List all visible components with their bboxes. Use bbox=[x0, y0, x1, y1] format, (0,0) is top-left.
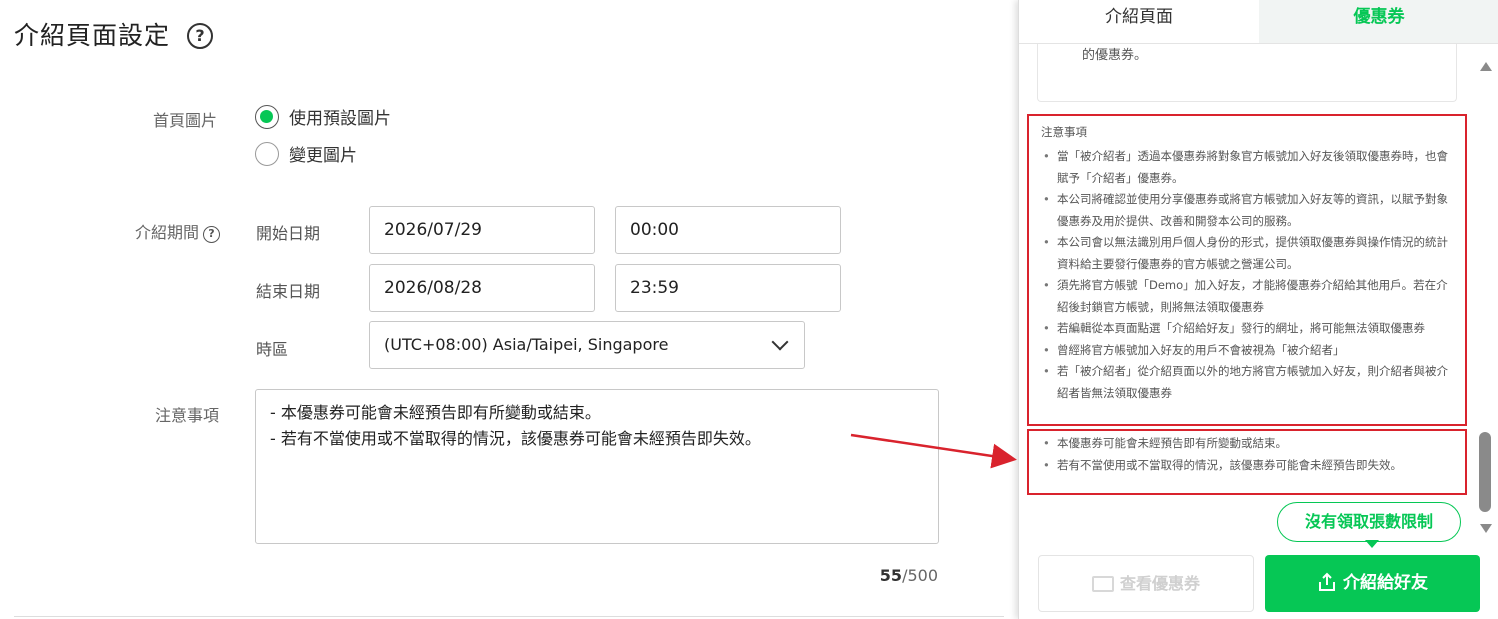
view-coupon-label: 查看優惠券 bbox=[1119, 574, 1200, 593]
coupon-card-text: 的優惠券。 bbox=[1082, 48, 1148, 63]
period-label-text: 介紹期間 bbox=[134, 223, 199, 242]
preview-panel: 介紹頁面 優惠券 的優惠券。 注意事項 當「被介紹者」透過本優惠券將對象官方帳號… bbox=[1018, 0, 1498, 619]
timezone-select[interactable]: (UTC+08:00) Asia/Taipei, Singapore bbox=[369, 321, 805, 369]
scroll-up-icon[interactable] bbox=[1480, 62, 1492, 71]
char-count: 55 bbox=[879, 566, 903, 585]
char-counter: 55/500 bbox=[880, 566, 938, 585]
share-icon bbox=[1319, 572, 1335, 591]
end-date-label: 結束日期 bbox=[256, 282, 321, 301]
notes-label: 注意事項 bbox=[154, 406, 219, 425]
list-item: 曾經將官方帳號加入好友的用戶不會被視為「被介紹者」 bbox=[1041, 340, 1457, 362]
list-item: 本公司會以無法識別用戶個人身份的形式，提供領取優惠券與操作情況的統計資料給主要發… bbox=[1041, 232, 1457, 275]
bubble-tail bbox=[1365, 540, 1379, 548]
radio-checked-icon[interactable] bbox=[255, 104, 279, 129]
notes-line: - 本優惠券可能會未經預告即有所變動或結束。 bbox=[270, 403, 601, 422]
char-max: /500 bbox=[902, 566, 938, 585]
list-item: 須先將官方帳號「Demo」加入好友，才能將優惠券介紹給其他用戶。若在介紹後封鎖官… bbox=[1041, 275, 1457, 318]
radio-change-image[interactable]: 變更圖片 bbox=[255, 141, 357, 166]
limit-bubble: 沒有領取張數限制 bbox=[1277, 502, 1461, 542]
radio-default-image[interactable]: 使用預設圖片 bbox=[255, 104, 391, 129]
list-item: 若有不當使用或不當取得的情況，該優惠券可能會未經預告即失效。 bbox=[1041, 455, 1457, 477]
notes-textarea[interactable]: - 本優惠券可能會未經預告即有所變動或結束。 - 若有不當使用或不當取得的情況，… bbox=[255, 389, 939, 544]
timezone-value: (UTC+08:00) Asia/Taipei, Singapore bbox=[384, 335, 669, 354]
preview-tabs: 介紹頁面 優惠券 bbox=[1019, 0, 1498, 44]
custom-notes-list: 本優惠券可能會未經預告即有所變動或結束。 若有不當使用或不當取得的情況，該優惠券… bbox=[1041, 433, 1457, 476]
question-circle-icon[interactable]: ? bbox=[187, 23, 213, 49]
period-label: 介紹期間? bbox=[110, 219, 220, 243]
list-item: 本公司將確認並使用分享優惠券或將官方帳號加入好友等的資訊，以賦予對象優惠券及用於… bbox=[1041, 189, 1457, 232]
radio-change-image-label: 變更圖片 bbox=[289, 146, 357, 166]
list-item: 若「被介紹者」從介紹頁面以外的地方將官方帳號加入好友，則介紹者與被介紹者皆無法領… bbox=[1041, 361, 1457, 404]
view-coupon-button[interactable]: 查看優惠券 bbox=[1038, 555, 1254, 612]
tab-coupon[interactable]: 優惠券 bbox=[1259, 0, 1498, 44]
share-to-friends-label: 介紹給好友 bbox=[1343, 573, 1428, 593]
notes-line: - 若有不當使用或不當取得的情況，該優惠券可能會未經預告即失效。 bbox=[270, 429, 761, 448]
scroll-down-icon[interactable] bbox=[1480, 524, 1492, 533]
settings-panel: 介紹頁面設定 ? 首頁圖片 使用預設圖片 變更圖片 介紹期間? 開始日期 202… bbox=[0, 0, 1018, 619]
coupon-card: 的優惠券。 bbox=[1037, 44, 1457, 102]
list-item: 當「被介紹者」透過本優惠券將對象官方帳號加入好友後領取優惠券時，也會賦予「介紹者… bbox=[1041, 146, 1457, 189]
custom-notes-box: 本優惠券可能會未經預告即有所變動或結束。 若有不當使用或不當取得的情況，該優惠券… bbox=[1027, 429, 1467, 495]
chevron-down-icon bbox=[771, 333, 789, 351]
scrollbar[interactable] bbox=[1478, 60, 1492, 540]
page-title: 介紹頁面設定 bbox=[14, 21, 171, 50]
timezone-label: 時區 bbox=[256, 340, 289, 359]
standard-notes-list: 當「被介紹者」透過本優惠券將對象官方帳號加入好友後領取優惠券時，也會賦予「介紹者… bbox=[1041, 146, 1457, 404]
share-to-friends-button[interactable]: 介紹給好友 bbox=[1265, 555, 1480, 612]
question-circle-icon[interactable]: ? bbox=[203, 226, 220, 243]
list-item: 本優惠券可能會未經預告即有所變動或結束。 bbox=[1041, 433, 1457, 455]
cover-image-label: 首頁圖片 bbox=[152, 111, 217, 130]
standard-notes-box: 注意事項 當「被介紹者」透過本優惠券將對象官方帳號加入好友後領取優惠券時，也會賦… bbox=[1027, 114, 1467, 426]
preview-scroll-area: 的優惠券。 注意事項 當「被介紹者」透過本優惠券將對象官方帳號加入好友後領取優惠… bbox=[1019, 44, 1477, 544]
start-date-label: 開始日期 bbox=[256, 224, 321, 243]
end-time-input[interactable]: 23:59 bbox=[615, 264, 841, 312]
tab-intro-page[interactable]: 介紹頁面 bbox=[1019, 0, 1259, 44]
end-date-input[interactable]: 2026/08/28 bbox=[369, 264, 595, 312]
start-time-input[interactable]: 00:00 bbox=[615, 206, 841, 254]
divider bbox=[14, 616, 1004, 617]
scrollbar-thumb[interactable] bbox=[1479, 432, 1491, 512]
notes-title: 注意事項 bbox=[1041, 125, 1087, 139]
coupon-icon bbox=[1091, 576, 1114, 592]
list-item: 若編輯從本頁面點選「介紹給好友」發行的網址，將可能無法領取優惠券 bbox=[1041, 318, 1457, 340]
start-date-input[interactable]: 2026/07/29 bbox=[369, 206, 595, 254]
radio-default-image-label: 使用預設圖片 bbox=[289, 109, 391, 129]
radio-unchecked-icon[interactable] bbox=[255, 141, 279, 166]
